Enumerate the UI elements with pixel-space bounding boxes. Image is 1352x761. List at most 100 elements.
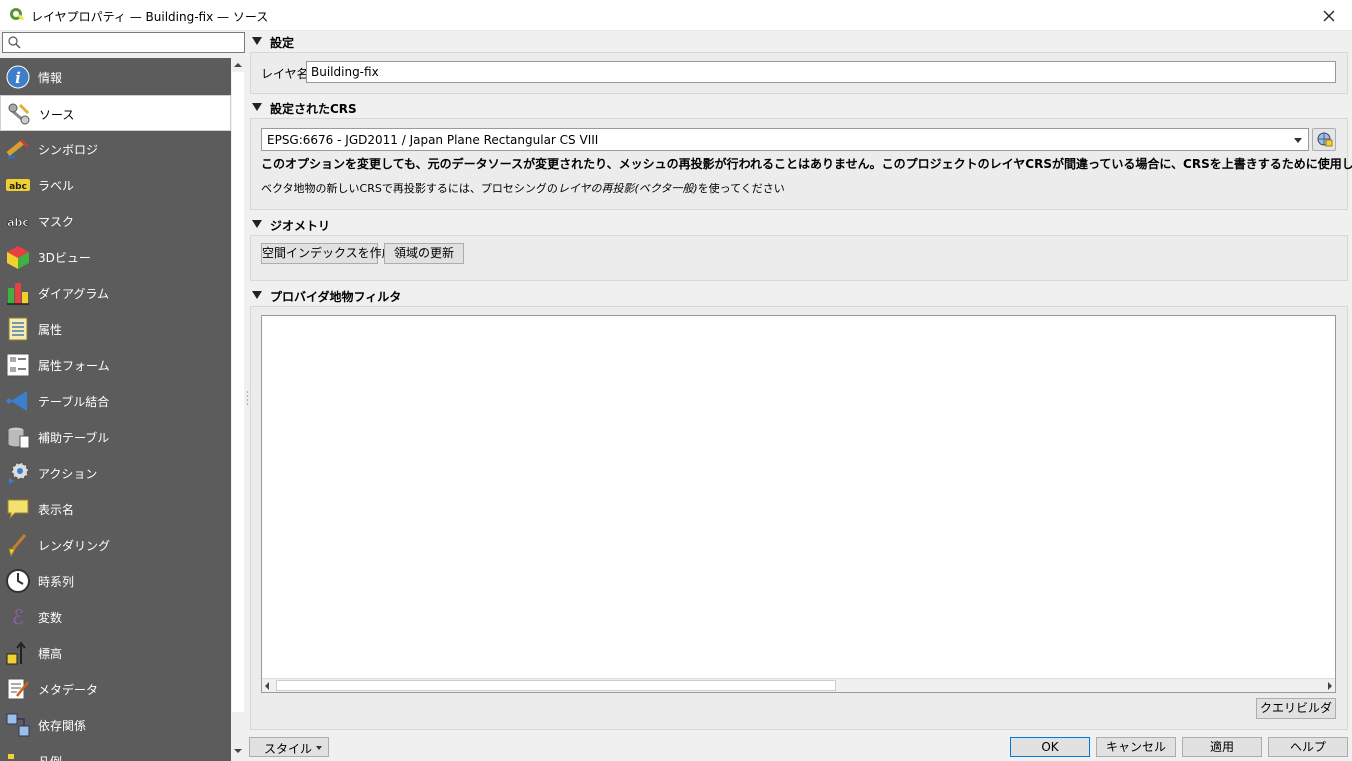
filter-textarea[interactable] <box>261 315 1336 693</box>
collapse-arrow-icon[interactable] <box>252 37 262 45</box>
sidebar-item-joins[interactable]: テーブル結合 <box>0 383 231 419</box>
sidebar-item-attributes-form[interactable]: 属性フォーム <box>0 347 231 383</box>
sidebar-item-legend[interactable]: 凡例 <box>0 743 231 761</box>
legend-icon <box>8 754 14 759</box>
actions-icon <box>9 462 29 484</box>
section-title: 設定 <box>270 36 295 50</box>
sidebar-item-temporal[interactable]: 時系列 <box>0 563 231 599</box>
sidebar-item-label: ソース <box>39 108 75 122</box>
sidebar-item-label: レンダリング <box>38 539 111 553</box>
3d-view-icon <box>7 246 29 269</box>
scroll-up-icon[interactable] <box>233 60 243 70</box>
sidebar-item-label: マスク <box>38 215 75 229</box>
labels-icon: abc <box>6 179 30 192</box>
metadata-icon <box>7 678 29 700</box>
variables-icon: ℰ <box>12 605 24 629</box>
sidebar-item-label: 依存関係 <box>38 719 87 733</box>
mask-icon: abc <box>7 216 29 230</box>
title-bar: レイヤプロパティ — Building-fix — ソース <box>0 0 1352 31</box>
crs-note-prefix: ベクタ地物の新しいCRSで再投影するには、プロセシングの <box>261 182 558 195</box>
sidebar-item-dependencies[interactable]: 依存関係 <box>0 707 231 743</box>
ok-button[interactable]: OK <box>1010 737 1090 757</box>
collapse-arrow-icon[interactable] <box>252 220 262 228</box>
sidebar-item-elevation[interactable]: 標高 <box>0 635 231 671</box>
collapse-arrow-icon[interactable] <box>252 291 262 299</box>
search-box[interactable] <box>2 32 245 53</box>
filter-horizontal-scrollbar[interactable] <box>262 678 1335 692</box>
sidebar-item-actions[interactable]: アクション <box>0 455 231 491</box>
globe-icon <box>1317 132 1333 147</box>
crs-section-header[interactable]: 設定されたCRS <box>250 98 1348 118</box>
crs-select[interactable]: EPSG:6676 - JGD2011 / Japan Plane Rectan… <box>261 128 1309 151</box>
create-spatial-index-button[interactable]: 空間インデックスを作成 <box>261 243 394 264</box>
svg-text:abc: abc <box>7 216 29 229</box>
section-title: ジオメトリ <box>270 219 331 233</box>
close-button[interactable] <box>1306 0 1352 31</box>
svg-text:ℰ: ℰ <box>12 605 24 629</box>
crs-note-suffix: を使ってください <box>697 182 785 195</box>
search-input[interactable] <box>25 34 241 51</box>
reproject-layer-link: レイヤの再投影(ベクタ一般) <box>557 182 698 195</box>
sidebar-scrollbar[interactable] <box>231 58 245 761</box>
scrollbar-thumb[interactable] <box>276 680 836 691</box>
collapse-arrow-icon[interactable] <box>252 103 262 111</box>
sidebar-item-auxiliary-storage[interactable]: 補助テーブル <box>0 419 231 455</box>
close-icon <box>1323 10 1335 21</box>
apply-button[interactable]: 適用 <box>1182 737 1262 757</box>
svg-text:i: i <box>15 69 21 87</box>
sidebar-item-source[interactable]: ソース <box>0 95 231 131</box>
filter-section-header[interactable]: プロバイダ地物フィルタ <box>250 286 1348 306</box>
chevron-down-icon <box>316 746 322 750</box>
style-dropdown-button[interactable]: スタイル <box>249 737 329 757</box>
cancel-button[interactable]: キャンセル <box>1096 737 1176 757</box>
geometry-section-header[interactable]: ジオメトリ <box>250 215 1348 235</box>
sidebar-item-label: ラベル <box>38 179 75 193</box>
section-title: プロバイダ地物フィルタ <box>270 290 402 304</box>
splitter-handle[interactable] <box>246 390 249 406</box>
sidebar-item-rendering[interactable]: レンダリング <box>0 527 231 563</box>
sidebar-item-label: シンボロジ <box>38 143 99 157</box>
sidebar-item-label: メタデータ <box>38 683 99 697</box>
dependencies-icon <box>6 713 30 737</box>
crs-selector-button[interactable] <box>1312 128 1336 151</box>
sidebar-item-metadata[interactable]: メタデータ <box>0 671 231 707</box>
sidebar-item-label: 変数 <box>38 611 63 625</box>
display-icon <box>7 499 29 520</box>
update-extent-button[interactable]: 領域の更新 <box>384 243 464 264</box>
sidebar-item-diagram[interactable]: ダイアグラム <box>0 275 231 311</box>
sidebar-item-label: 時系列 <box>38 575 75 589</box>
attributes-form-icon <box>6 353 30 377</box>
scroll-down-icon[interactable] <box>233 746 243 756</box>
layer-name-input[interactable]: Building-fix <box>306 61 1336 83</box>
sidebar-item-symbology[interactable]: シンボロジ <box>0 131 231 167</box>
attributes-icon <box>8 317 28 341</box>
auxiliary-storage-icon <box>7 426 30 449</box>
sidebar-item-mask[interactable]: abc マスク <box>0 203 231 239</box>
scroll-right-icon[interactable] <box>1328 682 1332 690</box>
sidebar-item-variables[interactable]: ℰ 変数 <box>0 599 231 635</box>
settings-section-header[interactable]: 設定 <box>250 32 1348 52</box>
source-icon <box>8 103 30 125</box>
joins-icon <box>6 391 27 411</box>
sidebar-item-label: 情報 <box>38 71 63 85</box>
help-button[interactable]: ヘルプ <box>1268 737 1348 757</box>
svg-text:abc: abc <box>9 182 27 192</box>
sidebar-item-display[interactable]: 表示名 <box>0 491 231 527</box>
query-builder-button[interactable]: クエリビルダ <box>1256 698 1336 719</box>
sidebar-item-attributes[interactable]: 属性 <box>0 311 231 347</box>
crs-warning-text: このオプションを変更しても、元のデータソースが変更されたり、メッシュの再投影が行… <box>261 157 1352 171</box>
sidebar-item-labels[interactable]: abc ラベル <box>0 167 231 203</box>
scrollbar-thumb[interactable] <box>232 72 244 712</box>
sidebar-item-3d-view[interactable]: 3Dビュー <box>0 239 231 275</box>
symbology-icon <box>6 138 30 159</box>
diagram-icon <box>7 283 29 305</box>
sidebar: i 情報 ソース シンボロジ abc ラベル abc マスク 3Dビュー ダイア… <box>0 58 231 761</box>
sidebar-item-info[interactable]: i 情報 <box>0 59 231 95</box>
crs-note-text: ベクタ地物の新しいCRSで再投影するには、プロセシングのレイヤの再投影(ベクタ一… <box>261 180 785 196</box>
scroll-left-icon[interactable] <box>265 682 269 690</box>
sidebar-item-label: 表示名 <box>38 503 75 517</box>
sidebar-item-label: 3Dビュー <box>38 251 91 265</box>
sidebar-item-label: 標高 <box>38 647 63 661</box>
qgis-logo-icon <box>10 8 25 21</box>
elevation-icon <box>6 641 26 665</box>
